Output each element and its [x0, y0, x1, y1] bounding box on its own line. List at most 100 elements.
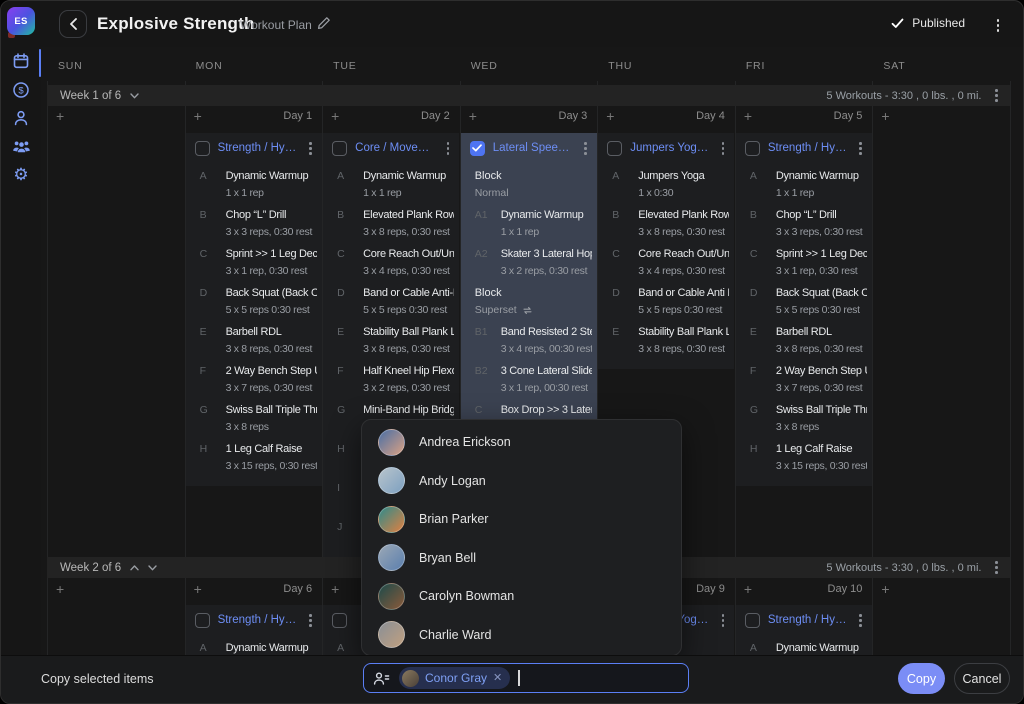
workout-checkbox[interactable] [195, 141, 210, 156]
chip-remove-icon[interactable]: ✕ [493, 673, 502, 684]
week-expand-chevron-down-icon[interactable] [130, 93, 139, 99]
exercise-row[interactable]: CCore Reach Out/Under3 x 4 reps, 0:30 re… [323, 244, 456, 283]
week-summary: 5 Workouts - 3:30 , 0 lbs. , 0 mi. [826, 562, 981, 574]
workout-checkbox[interactable] [332, 141, 347, 156]
exercise-row[interactable]: A1Dynamic Warmup1 x 1 rep [461, 205, 594, 244]
exercise-row[interactable]: FHalf Kneel Hip Flexor Rais...3 x 2 reps… [323, 361, 456, 400]
workout-checkbox[interactable] [332, 613, 347, 628]
copy-action-bar: Copy selected items Conor Gray ✕ Copy Ca… [1, 655, 1024, 703]
add-workout-button[interactable]: + [331, 582, 339, 596]
cancel-button[interactable]: Cancel [954, 663, 1010, 694]
add-workout-button[interactable]: + [56, 109, 64, 123]
teams-icon[interactable] [1, 134, 41, 158]
week-expand-chevron-down-icon[interactable] [148, 565, 157, 571]
week-menu-kebab-icon[interactable] [991, 559, 1002, 576]
exercise-row[interactable]: CSprint >> 1 Leg Declarations3 x 1 rep, … [736, 244, 869, 283]
exercise-detail: 3 x 8 reps, 0:30 rest [226, 342, 317, 357]
exercise-row[interactable]: ADynamic Warmup1 x 1 rep [186, 166, 319, 205]
athlete-option[interactable]: Andy Logan [362, 462, 681, 501]
back-button[interactable] [59, 10, 87, 38]
exercise-row[interactable]: CCore Reach Out/Under3 x 4 reps, 0:30 re… [598, 244, 731, 283]
week-menu-kebab-icon[interactable] [991, 87, 1002, 104]
workout-menu-kebab-icon[interactable] [855, 140, 866, 157]
exercise-row[interactable]: GSwiss Ball Triple Threat3 x 8 reps [186, 400, 319, 439]
workout-title[interactable]: Lateral Speed / Plyo [493, 142, 573, 154]
exercise-row[interactable]: DBand or Cable Anti-Rotati...5 x 5 reps … [323, 283, 456, 322]
workout-menu-kebab-icon[interactable] [443, 140, 454, 157]
workout-title[interactable]: Strength / Hypertro... [218, 614, 298, 626]
app-logo[interactable]: ES [7, 7, 35, 35]
exercise-body: Back Squat (Back Off Set)5 x 5 reps 0:30… [226, 286, 317, 318]
exercise-row[interactable]: DBack Squat (Back Off Set)5 x 5 reps 0:3… [736, 283, 869, 322]
exercise-letter: F [337, 364, 363, 396]
athlete-option[interactable]: Charlie Ward [362, 616, 681, 655]
athlete-chip[interactable]: Conor Gray ✕ [399, 667, 510, 689]
workout-checkbox[interactable] [470, 141, 485, 156]
athlete-option[interactable]: Bryan Bell [362, 539, 681, 578]
exercise-row[interactable]: H1 Leg Calf Raise3 x 15 reps, 0:30 rest [186, 439, 319, 478]
edit-title-icon[interactable] [317, 16, 331, 35]
workout-card[interactable]: Strength / Hypertro... ADynamic Warmup1 x… [736, 133, 872, 486]
athlete-option[interactable]: Brian Parker [362, 500, 681, 539]
exercise-row[interactable]: H1 Leg Calf Raise3 x 15 reps, 0:30 rest [736, 439, 869, 478]
workout-title[interactable]: Strength / Hypertro... [768, 614, 848, 626]
add-workout-button[interactable]: + [881, 109, 889, 123]
workout-menu-kebab-icon[interactable] [718, 612, 729, 629]
exercise-row[interactable]: BChop “L” Drill3 x 3 reps, 0:30 rest [736, 205, 869, 244]
workout-menu-kebab-icon[interactable] [305, 140, 316, 157]
plan-menu-kebab-icon[interactable] [993, 17, 1004, 34]
exercise-detail: 3 x 1 rep, 00:30 rest [501, 381, 592, 396]
exercise-row[interactable]: EStability Ball Plank Linear ...3 x 8 re… [598, 322, 731, 361]
workout-card[interactable]: Strength / Hypertro... ADynamic Warmup1 x… [186, 133, 322, 486]
week-collapse-chevron-up-icon[interactable] [130, 565, 139, 571]
exercise-row[interactable]: EBarbell RDL3 x 8 reps, 0:30 rest [186, 322, 319, 361]
exercise-row[interactable]: DBand or Cable Anti Rotati...5 x 5 reps … [598, 283, 731, 322]
exercise-row[interactable]: EBarbell RDL3 x 8 reps, 0:30 rest [736, 322, 869, 361]
add-workout-button[interactable]: + [56, 582, 64, 596]
publish-status[interactable]: Published [891, 16, 965, 30]
workout-menu-kebab-icon[interactable] [718, 140, 729, 157]
workout-checkbox[interactable] [745, 141, 760, 156]
add-workout-button[interactable]: + [881, 582, 889, 596]
exercise-row[interactable]: GSwiss Ball Triple Threat3 x 8 reps [736, 400, 869, 439]
copy-button[interactable]: Copy [898, 663, 945, 694]
day-of-week-label: THU [608, 60, 632, 72]
exercise-row[interactable]: F2 Way Bench Step Up3 x 7 reps, 0:30 res… [736, 361, 869, 400]
exercise-row[interactable]: CSprint >> 1 Leg Declarations3 x 1 rep, … [186, 244, 319, 283]
exercise-row[interactable]: EStability Ball Plank Linear ...3 x 8 re… [323, 322, 456, 361]
client-icon[interactable] [1, 106, 41, 130]
exercise-detail: 1 x 1 rep [501, 225, 592, 240]
workout-title[interactable]: Jumpers Yoga / Core [630, 142, 710, 154]
exercise-body: Dynamic Warmup1 x 1 rep [226, 169, 317, 201]
athlete-option[interactable]: Carolyn Bowman [362, 577, 681, 616]
workout-checkbox[interactable] [745, 613, 760, 628]
exercise-row[interactable]: AJumpers Yoga1 x 0:30 [598, 166, 731, 205]
exercise-row[interactable]: BElevated Plank Row3 x 8 reps, 0:30 rest [598, 205, 731, 244]
workout-card[interactable]: Jumpers Yoga / Core AJumpers Yoga1 x 0:30… [598, 133, 734, 369]
exercise-row[interactable]: DBack Squat (Back Off Set)5 x 5 reps 0:3… [186, 283, 319, 322]
exercise-row[interactable]: ADynamic Warmup1 x 1 rep [323, 166, 456, 205]
workout-title[interactable]: Strength / Hypertro... [768, 142, 848, 154]
workout-checkbox[interactable] [195, 613, 210, 628]
workout-menu-kebab-icon[interactable] [305, 612, 316, 629]
settings-gear-icon[interactable]: ⚙ [1, 162, 41, 186]
workout-title[interactable]: Core / Movement Q... [355, 142, 435, 154]
exercise-row[interactable]: BChop “L” Drill3 x 3 reps, 0:30 rest [186, 205, 319, 244]
exercise-row[interactable]: A2Skater 3 Lateral Hops >> ...3 x 2 reps… [461, 244, 594, 283]
workout-menu-kebab-icon[interactable] [855, 612, 866, 629]
calendar-icon[interactable] [1, 49, 41, 73]
payments-icon[interactable]: $ [1, 78, 41, 102]
assign-athlete-input[interactable]: Conor Gray ✕ [363, 663, 689, 693]
exercise-row[interactable]: F2 Way Bench Step Up3 x 7 reps, 0:30 res… [186, 361, 319, 400]
exercise-row[interactable]: B1Band Resisted 2 Step Late...3 x 4 reps… [461, 322, 594, 361]
workout-title[interactable]: Strength / Hypertro... [218, 142, 298, 154]
athlete-option[interactable]: Andrea Erickson [362, 423, 681, 462]
exercise-row[interactable]: ADynamic Warmup1 x 1 rep [736, 166, 869, 205]
exercise-row[interactable]: BElevated Plank Row3 x 8 reps, 0:30 rest [323, 205, 456, 244]
workout-menu-kebab-icon[interactable] [580, 140, 591, 157]
exercise-row[interactable]: B23 Cone Lateral Slide3 x 1 rep, 00:30 r… [461, 361, 594, 400]
athlete-dropdown: Andrea EricksonAndy LoganBrian ParkerBry… [361, 419, 682, 656]
exercise-body: Sprint >> 1 Leg Declarations3 x 1 rep, 0… [226, 247, 317, 279]
workout-checkbox[interactable] [607, 141, 622, 156]
exercise-letter: H [750, 442, 776, 474]
